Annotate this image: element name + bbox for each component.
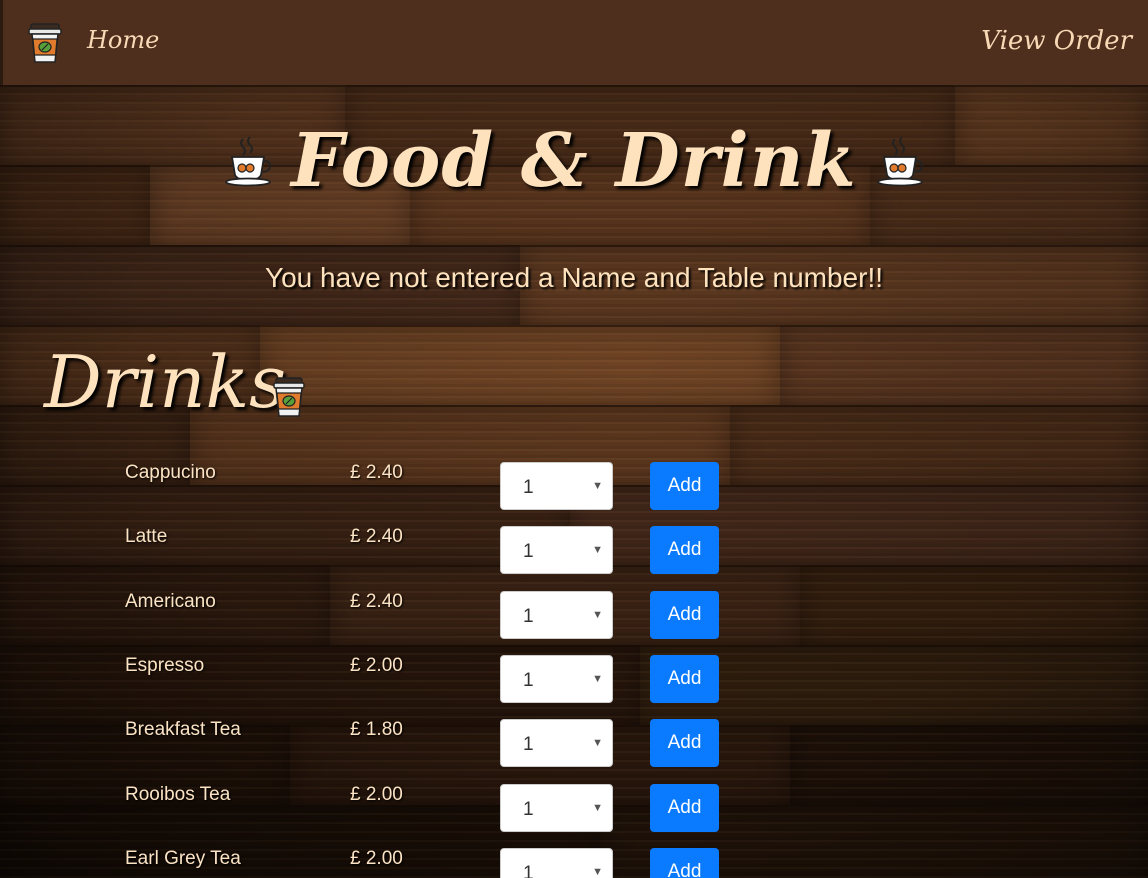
coffee-saucer-icon (224, 136, 271, 187)
chevron-down-icon: ▼ (592, 672, 603, 685)
menu-item-row: Earl Grey Tea £ 2.00 1 ▼ Add (0, 847, 1148, 878)
menu-item-row: Cappucino £ 2.40 1 ▼ Add (0, 462, 1148, 526)
quantity-value: 1 (523, 798, 534, 820)
item-name: Rooibos Tea (125, 783, 231, 805)
navbar: Home View Order (0, 0, 1148, 85)
quantity-value: 1 (523, 734, 534, 756)
quantity-select[interactable]: 1 ▼ (500, 654, 613, 703)
menu-item-row: Rooibos Tea £ 2.00 1 ▼ Add (0, 783, 1148, 848)
quantity-value: 1 (523, 477, 534, 498)
chevron-down-icon: ▼ (592, 801, 603, 814)
quantity-select[interactable]: 1 ▼ (500, 847, 613, 878)
chevron-down-icon: ▼ (592, 608, 603, 621)
add-button[interactable]: Add (650, 783, 719, 832)
chevron-down-icon: ▼ (592, 737, 603, 750)
item-name: Cappucino (125, 462, 216, 483)
quantity-select[interactable]: 1 ▼ (500, 526, 613, 575)
add-button[interactable]: Add (650, 654, 719, 703)
quantity-select[interactable]: 1 ▼ (500, 783, 613, 832)
add-button[interactable]: Add (650, 526, 719, 575)
menu-item-row: Breakfast Tea £ 1.80 1 ▼ Add (0, 719, 1148, 783)
chevron-down-icon: ▼ (592, 480, 603, 492)
item-name: Earl Grey Tea (125, 847, 241, 869)
nav-home-link[interactable]: Home (87, 26, 159, 54)
item-price: £ 2.00 (350, 847, 403, 869)
page-header: Food & Drink (0, 118, 1148, 218)
quantity-select[interactable]: 1 ▼ (500, 590, 613, 639)
chevron-down-icon: ▼ (592, 544, 603, 557)
item-price: £ 1.80 (350, 719, 403, 741)
add-button[interactable]: Add (650, 590, 719, 639)
menu-item-row: Latte £ 2.40 1 ▼ Add (0, 526, 1148, 590)
page-title: Food & Drink (291, 118, 857, 204)
item-name: Latte (125, 526, 168, 548)
quantity-value: 1 (523, 862, 534, 878)
warning-message: You have not entered a Name and Table nu… (265, 262, 883, 293)
item-price: £ 2.40 (350, 462, 403, 483)
nav-view-order-link[interactable]: View Order (981, 26, 1132, 56)
chevron-down-icon: ▼ (592, 865, 603, 878)
coffee-saucer-icon (877, 136, 924, 187)
item-name: Breakfast Tea (125, 719, 241, 741)
item-name: Americano (125, 590, 216, 612)
item-price: £ 2.40 (350, 590, 403, 612)
coffee-cup-icon[interactable] (27, 22, 63, 64)
menu-item-row: Espresso £ 2.00 1 ▼ Add (0, 654, 1148, 719)
add-button[interactable]: Add (650, 719, 719, 768)
item-price: £ 2.00 (350, 783, 403, 805)
takeaway-cup-icon (273, 377, 305, 417)
item-price: £ 2.00 (350, 654, 403, 676)
menu-item-row: Americano £ 2.40 1 ▼ Add (0, 590, 1148, 655)
add-button[interactable]: Add (650, 462, 719, 510)
section-title-drinks: Drinks (44, 340, 287, 424)
quantity-value: 1 (523, 541, 534, 563)
quantity-select[interactable]: 1 ▼ (500, 462, 613, 510)
quantity-value: 1 (523, 669, 534, 691)
add-button[interactable]: Add (650, 847, 719, 878)
quantity-value: 1 (523, 605, 534, 627)
item-price: £ 2.40 (350, 526, 403, 548)
item-name: Espresso (125, 654, 205, 676)
quantity-select[interactable]: 1 ▼ (500, 719, 613, 768)
